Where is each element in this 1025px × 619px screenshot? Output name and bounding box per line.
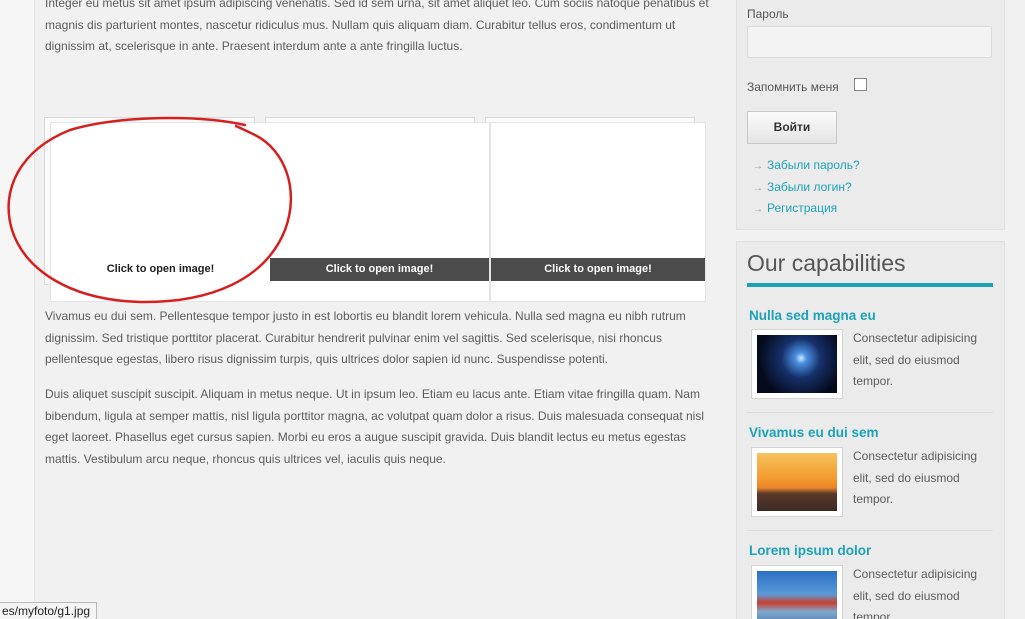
capability-title-3[interactable]: Lorem ipsum dolor [749, 543, 871, 558]
gallery-thumb-3[interactable]: Click to open image! [490, 122, 706, 302]
forgot-password-link[interactable]: → Забыли пароль? [753, 158, 860, 172]
capability-text-3: Consectetur adipisicing elit, sed do eiu… [853, 567, 978, 619]
register-link[interactable]: → Регистрация [753, 201, 837, 215]
port-cranes-sunset-icon [757, 453, 837, 511]
capability-title-1[interactable]: Nulla sed magna eu [749, 308, 876, 323]
arrow-right-icon: → [753, 161, 763, 172]
capability-divider [747, 412, 993, 413]
gallery-caption-2[interactable]: Click to open image! [270, 258, 489, 281]
remember-me-label: Запомнить меня [747, 80, 839, 94]
harbor-worker-icon [757, 571, 837, 619]
article-paragraph-2: Vivamus eu dui sem. Pellentesque tempor … [45, 309, 686, 366]
login-button[interactable]: Войти [747, 111, 837, 144]
password-label: Пароль [747, 7, 789, 21]
capability-image-1[interactable] [751, 329, 843, 399]
capability-text-2: Consectetur adipisicing elit, sed do eiu… [853, 449, 978, 506]
capabilities-title: Our capabilities [747, 250, 906, 276]
forgot-login-link[interactable]: → Забыли логин? [753, 180, 852, 194]
article-paragraph-1: Integer eu metus sit amet ipsum adipisci… [45, 0, 709, 53]
capabilities-title-underline [747, 283, 993, 287]
capability-title-2[interactable]: Vivamus eu dui sem [749, 425, 879, 440]
browser-status-bar: es/myfoto/g1.jpg [0, 602, 98, 619]
remember-me-checkbox[interactable] [854, 78, 867, 91]
capability-image-2[interactable] [751, 447, 843, 517]
capability-image-3[interactable] [751, 565, 843, 619]
gallery-caption-1[interactable]: Click to open image! [51, 258, 270, 281]
left-page-strip [0, 0, 35, 619]
welder-sparks-icon [757, 335, 837, 393]
gallery-thumb-2[interactable]: Click to open image! [270, 122, 490, 302]
arrow-right-icon: → [753, 204, 763, 215]
gallery-caption-3[interactable]: Click to open image! [491, 258, 705, 281]
article-paragraph-3: Duis aliquet suscipit suscipit. Aliquam … [45, 387, 705, 466]
gallery-thumb-1[interactable]: Click to open image! [50, 122, 271, 302]
capability-text-1: Consectetur adipisicing elit, sed do eiu… [853, 331, 978, 388]
password-input[interactable] [747, 26, 992, 58]
capability-divider [747, 530, 993, 531]
arrow-right-icon: → [753, 183, 763, 194]
